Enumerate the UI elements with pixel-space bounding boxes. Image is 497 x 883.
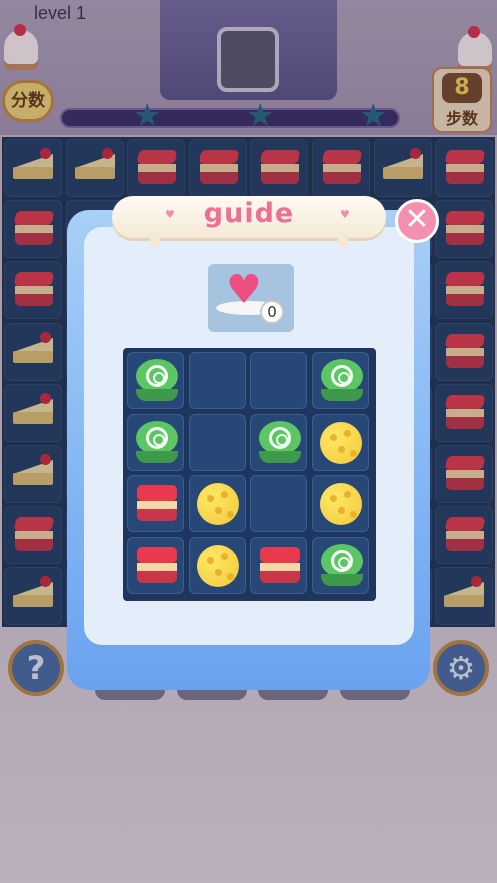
heart-cookie-icon: ♥ (226, 267, 262, 313)
moves-counter: 8 步数 (432, 67, 492, 133)
help-button[interactable]: ? (8, 640, 64, 696)
board-cell[interactable] (4, 506, 62, 565)
target-count: 0 (260, 300, 284, 324)
gear-icon: ⚙ (446, 649, 476, 687)
board-cell[interactable] (435, 445, 494, 503)
icing-drip (338, 232, 348, 248)
cake-slice-piece (74, 148, 115, 180)
macaron-piece (320, 359, 363, 403)
board-cell[interactable] (4, 200, 62, 259)
guide-grid-cell (311, 475, 369, 532)
sandwich-cake-piece (198, 150, 240, 186)
macaron-piece (136, 359, 178, 403)
board-cell[interactable] (4, 567, 62, 626)
guide-grid-cell (188, 413, 246, 471)
cheese-piece (196, 544, 239, 587)
board-cell[interactable] (435, 567, 494, 626)
moves-label: 步数 (445, 109, 478, 128)
board-cell[interactable] (188, 139, 247, 197)
progress-star-icon: ★ (359, 96, 388, 134)
level-label: level 1 (34, 3, 87, 23)
macaron-piece (136, 420, 178, 465)
sandwich-cake-piece (444, 272, 486, 308)
house-door (217, 27, 279, 92)
board-cell[interactable] (127, 139, 186, 197)
cake-slice-piece (444, 576, 485, 608)
guide-grid-cell (188, 475, 246, 532)
guide-grid-cell (250, 352, 307, 409)
board-cell[interactable] (250, 139, 309, 197)
board-cell[interactable] (373, 139, 432, 197)
question-icon: ? (26, 649, 46, 687)
macaron-piece (320, 543, 363, 588)
dialog-title: guide (203, 198, 295, 229)
sandwich-cake-piece (13, 211, 55, 247)
board-cell[interactable] (435, 506, 494, 565)
cake-slice-piece (13, 454, 53, 486)
cake-decoration-left (4, 24, 38, 64)
progress-star-icon: ★ (133, 96, 162, 134)
moves-value: 8 (442, 73, 482, 103)
settings-button[interactable]: ⚙ (433, 640, 489, 696)
macaron-piece (259, 420, 301, 465)
sandwich-cake-piece (13, 272, 55, 308)
board-cell[interactable] (4, 261, 62, 320)
icing-drip (150, 232, 160, 248)
board-cell[interactable] (65, 139, 124, 197)
guide-grid-cell (311, 536, 369, 594)
sandwich-cake-piece (137, 546, 177, 587)
sandwich-cake-piece (444, 333, 486, 370)
board-cell[interactable] (435, 261, 494, 320)
guide-grid-cell (250, 536, 307, 594)
sandwich-cake-piece (136, 150, 178, 186)
guide-grid-cell (188, 352, 246, 409)
score-badge: 分数 (2, 80, 54, 122)
cake-slice-piece (13, 576, 53, 608)
board-cell[interactable] (4, 139, 62, 197)
board-cell[interactable] (435, 322, 494, 381)
sandwich-cake-piece (444, 150, 486, 186)
sandwich-cake-piece (260, 546, 300, 587)
guide-grid-cell (127, 352, 184, 409)
board-cell[interactable] (312, 139, 370, 197)
sandwich-cake-piece (444, 211, 486, 247)
cake-slice-piece (13, 331, 53, 364)
cheese-piece (319, 421, 362, 464)
sandwich-cake-piece (260, 150, 301, 186)
guide-grid-cell (311, 352, 369, 409)
guide-grid-cell (250, 475, 307, 532)
guide-grid-cell (188, 536, 246, 594)
board-cell[interactable] (435, 200, 494, 259)
board-cell[interactable] (435, 139, 494, 197)
sandwich-cake-piece (137, 485, 177, 525)
sandwich-cake-piece (444, 517, 486, 553)
cake-decoration-right (458, 26, 492, 66)
cheese-piece (196, 483, 239, 525)
close-icon: ✕ (404, 202, 430, 237)
sandwich-cake-piece (444, 456, 486, 492)
score-progress-bar (60, 108, 400, 128)
sandwich-cake-piece (321, 150, 363, 186)
cheese-piece (319, 483, 362, 525)
board-cell[interactable] (4, 445, 62, 503)
guide-grid-cell (250, 413, 307, 471)
progress-star-icon: ★ (246, 96, 275, 134)
board-cell[interactable] (4, 383, 62, 442)
guide-grid-cell (127, 413, 184, 471)
sandwich-cake-piece (13, 517, 55, 553)
guide-grid-cell (311, 413, 369, 471)
cake-slice-piece (13, 392, 53, 425)
board-cell[interactable] (4, 322, 62, 381)
guide-grid-cell (127, 536, 184, 594)
close-button[interactable]: ✕ (395, 199, 439, 243)
guide-grid (123, 348, 376, 601)
sandwich-cake-piece (444, 394, 486, 431)
cake-slice-piece (382, 148, 423, 180)
guide-grid-cell (127, 475, 184, 532)
board-cell[interactable] (435, 383, 494, 442)
cake-slice-piece (13, 148, 53, 180)
